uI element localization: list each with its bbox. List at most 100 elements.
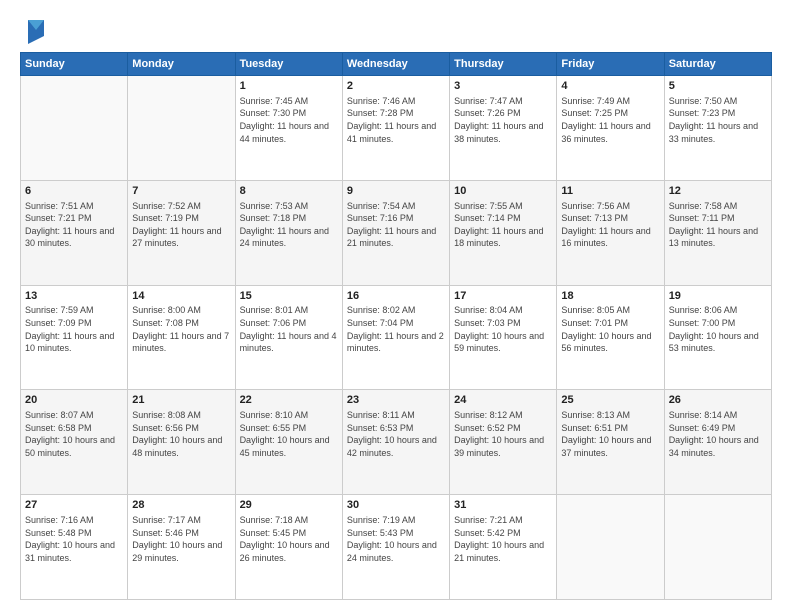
week-row-1: 1Sunrise: 7:45 AMSunset: 7:30 PMDaylight…: [21, 76, 772, 181]
day-number: 5: [669, 79, 767, 94]
day-info: Sunrise: 8:04 AMSunset: 7:03 PMDaylight:…: [454, 304, 552, 354]
header-row: SundayMondayTuesdayWednesdayThursdayFrid…: [21, 53, 772, 76]
day-number: 31: [454, 498, 552, 513]
day-number: 30: [347, 498, 445, 513]
day-number: 26: [669, 393, 767, 408]
day-number: 7: [132, 184, 230, 199]
day-info: Sunrise: 7:18 AMSunset: 5:45 PMDaylight:…: [240, 514, 338, 564]
calendar-cell: [664, 495, 771, 600]
calendar-cell: 15Sunrise: 8:01 AMSunset: 7:06 PMDayligh…: [235, 285, 342, 390]
day-number: 16: [347, 289, 445, 304]
day-number: 15: [240, 289, 338, 304]
day-info: Sunrise: 8:10 AMSunset: 6:55 PMDaylight:…: [240, 409, 338, 459]
week-row-3: 13Sunrise: 7:59 AMSunset: 7:09 PMDayligh…: [21, 285, 772, 390]
calendar-cell: 12Sunrise: 7:58 AMSunset: 7:11 PMDayligh…: [664, 180, 771, 285]
calendar-cell: 2Sunrise: 7:46 AMSunset: 7:28 PMDaylight…: [342, 76, 449, 181]
day-number: 4: [561, 79, 659, 94]
day-header-friday: Friday: [557, 53, 664, 76]
calendar-cell: 8Sunrise: 7:53 AMSunset: 7:18 PMDaylight…: [235, 180, 342, 285]
day-info: Sunrise: 7:16 AMSunset: 5:48 PMDaylight:…: [25, 514, 123, 564]
day-header-monday: Monday: [128, 53, 235, 76]
day-number: 1: [240, 79, 338, 94]
day-info: Sunrise: 7:17 AMSunset: 5:46 PMDaylight:…: [132, 514, 230, 564]
calendar-cell: 1Sunrise: 7:45 AMSunset: 7:30 PMDaylight…: [235, 76, 342, 181]
calendar-cell: 9Sunrise: 7:54 AMSunset: 7:16 PMDaylight…: [342, 180, 449, 285]
day-number: 19: [669, 289, 767, 304]
calendar-cell: 26Sunrise: 8:14 AMSunset: 6:49 PMDayligh…: [664, 390, 771, 495]
calendar-cell: 20Sunrise: 8:07 AMSunset: 6:58 PMDayligh…: [21, 390, 128, 495]
calendar-cell: 10Sunrise: 7:55 AMSunset: 7:14 PMDayligh…: [450, 180, 557, 285]
calendar-cell: 7Sunrise: 7:52 AMSunset: 7:19 PMDaylight…: [128, 180, 235, 285]
calendar-cell: 23Sunrise: 8:11 AMSunset: 6:53 PMDayligh…: [342, 390, 449, 495]
day-number: 21: [132, 393, 230, 408]
calendar-cell: 18Sunrise: 8:05 AMSunset: 7:01 PMDayligh…: [557, 285, 664, 390]
header: [20, 16, 772, 44]
day-info: Sunrise: 7:46 AMSunset: 7:28 PMDaylight:…: [347, 95, 445, 145]
calendar-cell: 13Sunrise: 7:59 AMSunset: 7:09 PMDayligh…: [21, 285, 128, 390]
calendar-cell: 27Sunrise: 7:16 AMSunset: 5:48 PMDayligh…: [21, 495, 128, 600]
day-info: Sunrise: 7:56 AMSunset: 7:13 PMDaylight:…: [561, 200, 659, 250]
day-number: 29: [240, 498, 338, 513]
day-info: Sunrise: 7:53 AMSunset: 7:18 PMDaylight:…: [240, 200, 338, 250]
calendar-cell: 16Sunrise: 8:02 AMSunset: 7:04 PMDayligh…: [342, 285, 449, 390]
day-number: 22: [240, 393, 338, 408]
calendar-cell: 19Sunrise: 8:06 AMSunset: 7:00 PMDayligh…: [664, 285, 771, 390]
day-number: 8: [240, 184, 338, 199]
calendar-cell: 5Sunrise: 7:50 AMSunset: 7:23 PMDaylight…: [664, 76, 771, 181]
calendar-cell: 30Sunrise: 7:19 AMSunset: 5:43 PMDayligh…: [342, 495, 449, 600]
day-info: Sunrise: 8:02 AMSunset: 7:04 PMDaylight:…: [347, 304, 445, 354]
day-number: 12: [669, 184, 767, 199]
day-info: Sunrise: 7:58 AMSunset: 7:11 PMDaylight:…: [669, 200, 767, 250]
calendar-cell: 11Sunrise: 7:56 AMSunset: 7:13 PMDayligh…: [557, 180, 664, 285]
day-info: Sunrise: 8:13 AMSunset: 6:51 PMDaylight:…: [561, 409, 659, 459]
day-header-thursday: Thursday: [450, 53, 557, 76]
day-info: Sunrise: 8:11 AMSunset: 6:53 PMDaylight:…: [347, 409, 445, 459]
day-number: 3: [454, 79, 552, 94]
calendar-cell: 29Sunrise: 7:18 AMSunset: 5:45 PMDayligh…: [235, 495, 342, 600]
calendar-cell: 24Sunrise: 8:12 AMSunset: 6:52 PMDayligh…: [450, 390, 557, 495]
day-number: 9: [347, 184, 445, 199]
day-number: 18: [561, 289, 659, 304]
calendar-cell: 22Sunrise: 8:10 AMSunset: 6:55 PMDayligh…: [235, 390, 342, 495]
day-info: Sunrise: 7:21 AMSunset: 5:42 PMDaylight:…: [454, 514, 552, 564]
calendar-cell: 6Sunrise: 7:51 AMSunset: 7:21 PMDaylight…: [21, 180, 128, 285]
day-info: Sunrise: 7:45 AMSunset: 7:30 PMDaylight:…: [240, 95, 338, 145]
calendar-cell: 25Sunrise: 8:13 AMSunset: 6:51 PMDayligh…: [557, 390, 664, 495]
day-number: 17: [454, 289, 552, 304]
day-info: Sunrise: 7:52 AMSunset: 7:19 PMDaylight:…: [132, 200, 230, 250]
day-number: 14: [132, 289, 230, 304]
page: SundayMondayTuesdayWednesdayThursdayFrid…: [0, 0, 792, 612]
day-info: Sunrise: 7:49 AMSunset: 7:25 PMDaylight:…: [561, 95, 659, 145]
calendar-cell: 28Sunrise: 7:17 AMSunset: 5:46 PMDayligh…: [128, 495, 235, 600]
day-number: 13: [25, 289, 123, 304]
day-info: Sunrise: 8:01 AMSunset: 7:06 PMDaylight:…: [240, 304, 338, 354]
day-info: Sunrise: 8:00 AMSunset: 7:08 PMDaylight:…: [132, 304, 230, 354]
calendar-cell: 4Sunrise: 7:49 AMSunset: 7:25 PMDaylight…: [557, 76, 664, 181]
day-header-sunday: Sunday: [21, 53, 128, 76]
day-info: Sunrise: 7:54 AMSunset: 7:16 PMDaylight:…: [347, 200, 445, 250]
day-info: Sunrise: 8:14 AMSunset: 6:49 PMDaylight:…: [669, 409, 767, 459]
day-info: Sunrise: 8:05 AMSunset: 7:01 PMDaylight:…: [561, 304, 659, 354]
day-info: Sunrise: 8:12 AMSunset: 6:52 PMDaylight:…: [454, 409, 552, 459]
day-info: Sunrise: 7:19 AMSunset: 5:43 PMDaylight:…: [347, 514, 445, 564]
day-number: 24: [454, 393, 552, 408]
week-row-4: 20Sunrise: 8:07 AMSunset: 6:58 PMDayligh…: [21, 390, 772, 495]
day-number: 20: [25, 393, 123, 408]
day-info: Sunrise: 8:07 AMSunset: 6:58 PMDaylight:…: [25, 409, 123, 459]
calendar-cell: 17Sunrise: 8:04 AMSunset: 7:03 PMDayligh…: [450, 285, 557, 390]
day-number: 10: [454, 184, 552, 199]
day-info: Sunrise: 8:08 AMSunset: 6:56 PMDaylight:…: [132, 409, 230, 459]
day-header-wednesday: Wednesday: [342, 53, 449, 76]
day-number: 2: [347, 79, 445, 94]
day-info: Sunrise: 7:51 AMSunset: 7:21 PMDaylight:…: [25, 200, 123, 250]
calendar-cell: [21, 76, 128, 181]
week-row-2: 6Sunrise: 7:51 AMSunset: 7:21 PMDaylight…: [21, 180, 772, 285]
week-row-5: 27Sunrise: 7:16 AMSunset: 5:48 PMDayligh…: [21, 495, 772, 600]
calendar-cell: 14Sunrise: 8:00 AMSunset: 7:08 PMDayligh…: [128, 285, 235, 390]
calendar-cell: 21Sunrise: 8:08 AMSunset: 6:56 PMDayligh…: [128, 390, 235, 495]
day-header-tuesday: Tuesday: [235, 53, 342, 76]
day-info: Sunrise: 8:06 AMSunset: 7:00 PMDaylight:…: [669, 304, 767, 354]
day-number: 28: [132, 498, 230, 513]
calendar-cell: 31Sunrise: 7:21 AMSunset: 5:42 PMDayligh…: [450, 495, 557, 600]
day-number: 27: [25, 498, 123, 513]
